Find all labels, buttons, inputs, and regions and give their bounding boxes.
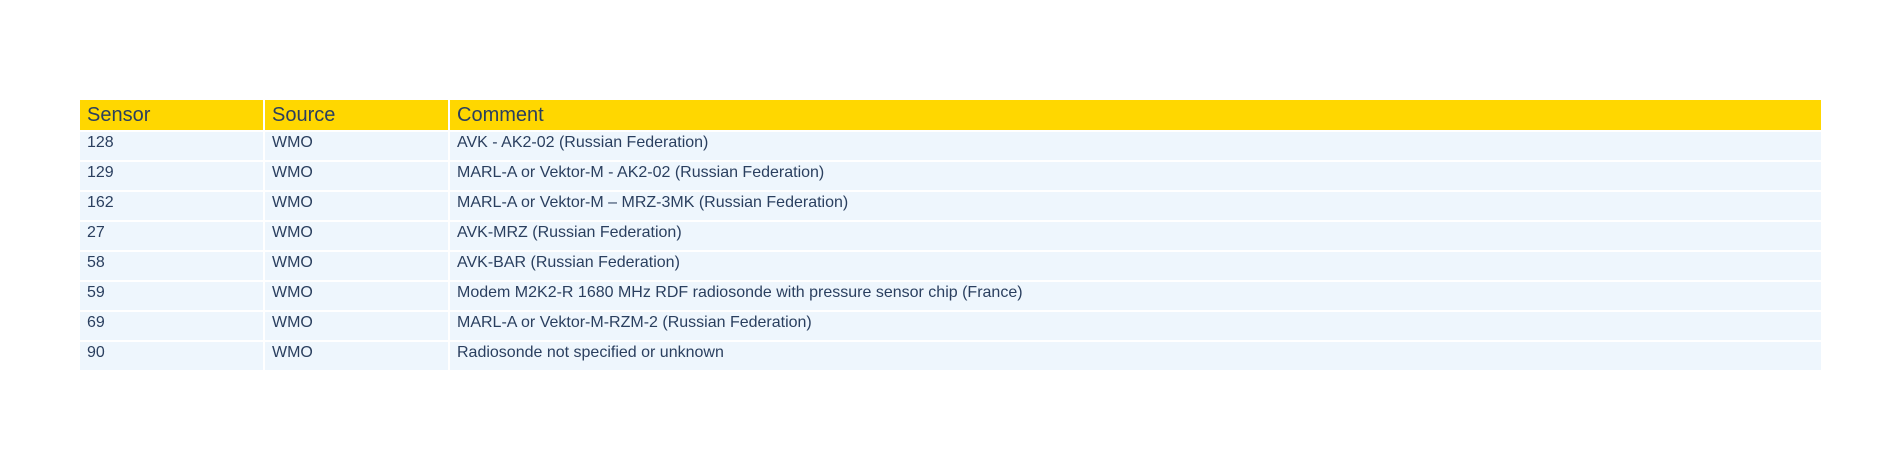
cell-sensor: 129 [80,162,263,190]
table-row: 129 WMO MARL-A or Vektor-M - AK2-02 (Rus… [80,162,1821,190]
cell-comment: MARL-A or Vektor-M – MRZ-3MK (Russian Fe… [450,192,1821,220]
cell-comment: AVK-BAR (Russian Federation) [450,252,1821,280]
cell-sensor: 27 [80,222,263,250]
table-row: 162 WMO MARL-A or Vektor-M – MRZ-3MK (Ru… [80,192,1821,220]
cell-sensor: 128 [80,132,263,160]
cell-source: WMO [265,222,448,250]
cell-sensor: 59 [80,282,263,310]
header-row: Sensor Source Comment [80,100,1821,130]
cell-source: WMO [265,132,448,160]
header-sensor: Sensor [80,100,263,130]
cell-comment: MARL-A or Vektor-M-RZM-2 (Russian Federa… [450,312,1821,340]
cell-source: WMO [265,192,448,220]
sensor-table: Sensor Source Comment 128 WMO AVK - AK2-… [78,98,1823,372]
table-row: 58 WMO AVK-BAR (Russian Federation) [80,252,1821,280]
table-body: 128 WMO AVK - AK2-02 (Russian Federation… [80,132,1821,370]
cell-sensor: 162 [80,192,263,220]
data-table-container: Sensor Source Comment 128 WMO AVK - AK2-… [80,100,1821,370]
table-row: 59 WMO Modem M2K2-R 1680 MHz RDF radioso… [80,282,1821,310]
cell-source: WMO [265,312,448,340]
header-comment: Comment [450,100,1821,130]
cell-source: WMO [265,342,448,370]
header-source: Source [265,100,448,130]
cell-comment: AVK-MRZ (Russian Federation) [450,222,1821,250]
cell-source: WMO [265,282,448,310]
table-row: 128 WMO AVK - AK2-02 (Russian Federation… [80,132,1821,160]
table-header: Sensor Source Comment [80,100,1821,130]
cell-sensor: 58 [80,252,263,280]
table-row: 27 WMO AVK-MRZ (Russian Federation) [80,222,1821,250]
cell-comment: Radiosonde not specified or unknown [450,342,1821,370]
cell-comment: Modem M2K2-R 1680 MHz RDF radiosonde wit… [450,282,1821,310]
table-row: 69 WMO MARL-A or Vektor-M-RZM-2 (Russian… [80,312,1821,340]
table-row: 90 WMO Radiosonde not specified or unkno… [80,342,1821,370]
cell-source: WMO [265,162,448,190]
cell-source: WMO [265,252,448,280]
cell-sensor: 69 [80,312,263,340]
cell-comment: MARL-A or Vektor-M - AK2-02 (Russian Fed… [450,162,1821,190]
cell-comment: AVK - AK2-02 (Russian Federation) [450,132,1821,160]
cell-sensor: 90 [80,342,263,370]
